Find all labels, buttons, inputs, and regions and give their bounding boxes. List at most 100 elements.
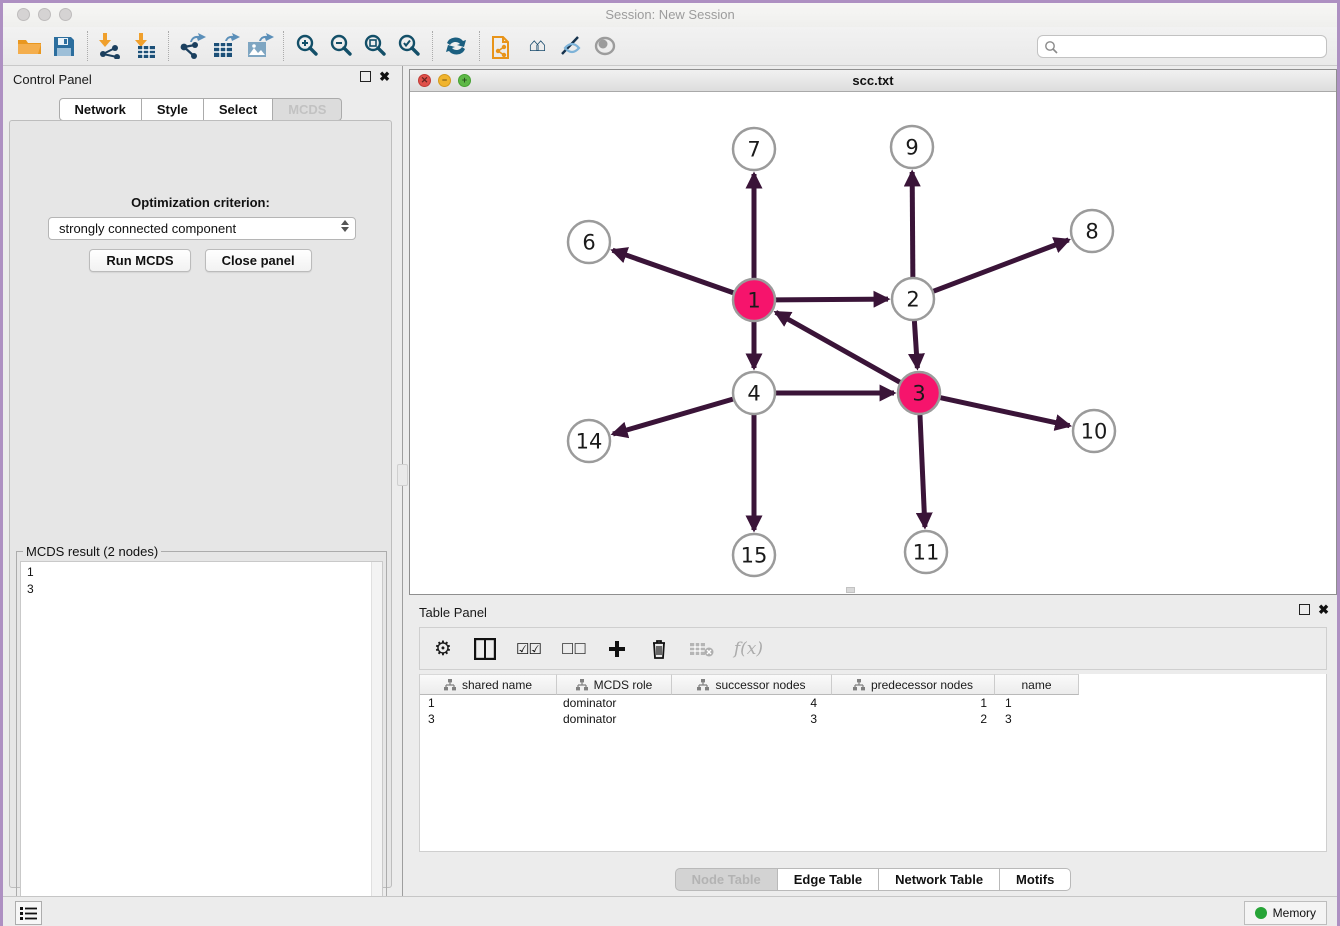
tab-network-table[interactable]: Network Table (879, 868, 1000, 891)
tab-select[interactable]: Select (204, 98, 273, 121)
run-mcds-button[interactable]: Run MCDS (89, 249, 190, 272)
graph-node-label: 6 (582, 230, 595, 254)
column-header-shared-name[interactable]: shared name (420, 674, 557, 695)
result-scrollbar[interactable] (371, 562, 382, 926)
graph-node-label: 15 (741, 543, 768, 567)
graph-edge-3-11 (920, 415, 925, 527)
close-table-panel-icon[interactable]: ✖ (1318, 604, 1329, 615)
graph-node-label: 3 (912, 381, 925, 405)
column-header-successor-nodes[interactable]: successor nodes (672, 674, 832, 695)
graph-edge-3-10 (940, 398, 1069, 426)
column-type-icon (576, 679, 588, 691)
close-panel-icon[interactable]: ✖ (379, 71, 390, 82)
column-header-name[interactable]: name (995, 674, 1079, 695)
status-bar: Memory (3, 896, 1337, 926)
graph-edge-1-6 (613, 250, 734, 292)
show-all-networks-icon[interactable]: ⌂⌂ (520, 31, 554, 61)
graph-edge-3-1 (776, 312, 900, 382)
export-table-icon[interactable] (209, 31, 243, 61)
graph-edge-2-9 (912, 172, 913, 277)
tab-network[interactable]: Network (59, 98, 142, 121)
dropdown-spinner-icon (341, 220, 349, 232)
mcds-result-text: 1 3 (21, 562, 382, 600)
close-panel-button[interactable]: Close panel (205, 249, 312, 272)
import-network-icon[interactable] (94, 31, 128, 61)
zoom-selected-icon[interactable] (392, 31, 426, 61)
import-table-icon[interactable] (128, 31, 162, 61)
save-session-icon[interactable] (47, 31, 81, 61)
column-header-predecessor-nodes[interactable]: predecessor nodes (832, 674, 995, 695)
list-icon (20, 906, 37, 920)
graph-edge-4-14 (613, 399, 733, 434)
toolbar-separator (87, 31, 88, 61)
select-all-columns-icon[interactable]: ☑☑ (516, 637, 541, 661)
graph-node-label: 14 (576, 429, 603, 453)
optimization-criterion-label: Optimization criterion: (10, 195, 391, 210)
toolbar-separator (283, 31, 284, 61)
float-table-panel-icon[interactable] (1299, 604, 1310, 615)
table-row[interactable]: 3 dominator 3 2 3 (420, 711, 1326, 727)
control-panel-title: Control Panel (13, 72, 92, 87)
control-panel-tabs: Network Style Select MCDS (3, 98, 398, 121)
task-history-button[interactable] (15, 901, 42, 925)
tab-edge-table[interactable]: Edge Table (778, 868, 879, 891)
mcds-result-area[interactable]: 1 3 (20, 561, 383, 926)
column-header-mcds-role[interactable]: MCDS role (557, 674, 672, 695)
unselect-all-columns-icon[interactable]: ☐☐ (561, 637, 586, 661)
delete-column-icon[interactable] (648, 637, 670, 661)
export-network-icon[interactable] (175, 31, 209, 61)
mcds-result-title: MCDS result (2 nodes) (23, 544, 161, 559)
search-icon (1044, 40, 1058, 54)
open-session-icon[interactable] (13, 31, 47, 61)
table-options-gear-icon[interactable]: ⚙ (432, 637, 454, 661)
control-panel: Control Panel ✖ Network Style Select MCD… (3, 66, 398, 896)
criterion-dropdown[interactable]: strongly connected component (48, 217, 356, 240)
toolbar-separator (479, 31, 480, 61)
apply-layout-icon[interactable] (439, 31, 473, 61)
zoom-in-icon[interactable] (290, 31, 324, 61)
graph-node-label: 2 (906, 287, 919, 311)
table-row[interactable]: 1 dominator 4 1 1 (420, 695, 1326, 711)
application-window: Session: New Session (0, 0, 1340, 926)
memory-button[interactable]: Memory (1244, 901, 1327, 925)
search-input[interactable] (1058, 36, 1326, 57)
network-window-titlebar[interactable]: ✕ − + scc.txt (410, 70, 1336, 92)
tab-motifs[interactable]: Motifs (1000, 868, 1071, 891)
tab-node-table[interactable]: Node Table (675, 868, 778, 891)
graph-node-label: 9 (905, 135, 918, 159)
network-graph: 7968124314101511 (410, 92, 1336, 594)
graph-node-label: 10 (1081, 419, 1108, 443)
show-columns-icon[interactable] (474, 637, 496, 661)
zoom-out-icon[interactable] (324, 31, 358, 61)
float-panel-icon[interactable] (360, 71, 371, 82)
canvas-scroll-thumb[interactable] (846, 587, 855, 593)
column-type-icon (853, 679, 865, 691)
tab-mcds[interactable]: MCDS (273, 98, 342, 121)
network-from-file-icon[interactable] (486, 31, 520, 61)
graph-node-label: 7 (747, 137, 760, 161)
network-window-title: scc.txt (410, 73, 1336, 88)
splitter-handle[interactable] (397, 464, 408, 486)
add-column-icon[interactable] (606, 637, 628, 661)
table-header-row: shared name MCDS role successor nodes (420, 674, 1326, 695)
table-panel: Table Panel ✖ ⚙ ☑☑ ☐☐ (409, 599, 1337, 896)
memory-label: Memory (1273, 906, 1316, 920)
mcds-panel: Optimization criterion: strongly connect… (9, 120, 392, 888)
session-title: Session: New Session (3, 7, 1337, 22)
export-image-icon[interactable] (243, 31, 277, 61)
memory-status-icon (1255, 907, 1267, 919)
graph-edge-2-3 (914, 321, 917, 368)
graph-edge-2-8 (934, 240, 1069, 291)
show-hidden-icon[interactable] (588, 31, 622, 61)
zoom-fit-icon[interactable] (358, 31, 392, 61)
table-tabs: Node Table Edge Table Network Table Moti… (409, 868, 1337, 891)
function-builder-icon: f(x) (734, 637, 763, 661)
toolbar-separator (432, 31, 433, 61)
hide-selected-icon[interactable] (554, 31, 588, 61)
node-table[interactable]: shared name MCDS role successor nodes (419, 674, 1327, 852)
search-field[interactable] (1037, 35, 1327, 58)
network-canvas[interactable]: 7968124314101511 (410, 92, 1336, 594)
network-view-window: ✕ − + scc.txt 7968124314101511 (409, 69, 1337, 595)
tab-style[interactable]: Style (142, 98, 204, 121)
graph-node-label: 4 (747, 381, 760, 405)
